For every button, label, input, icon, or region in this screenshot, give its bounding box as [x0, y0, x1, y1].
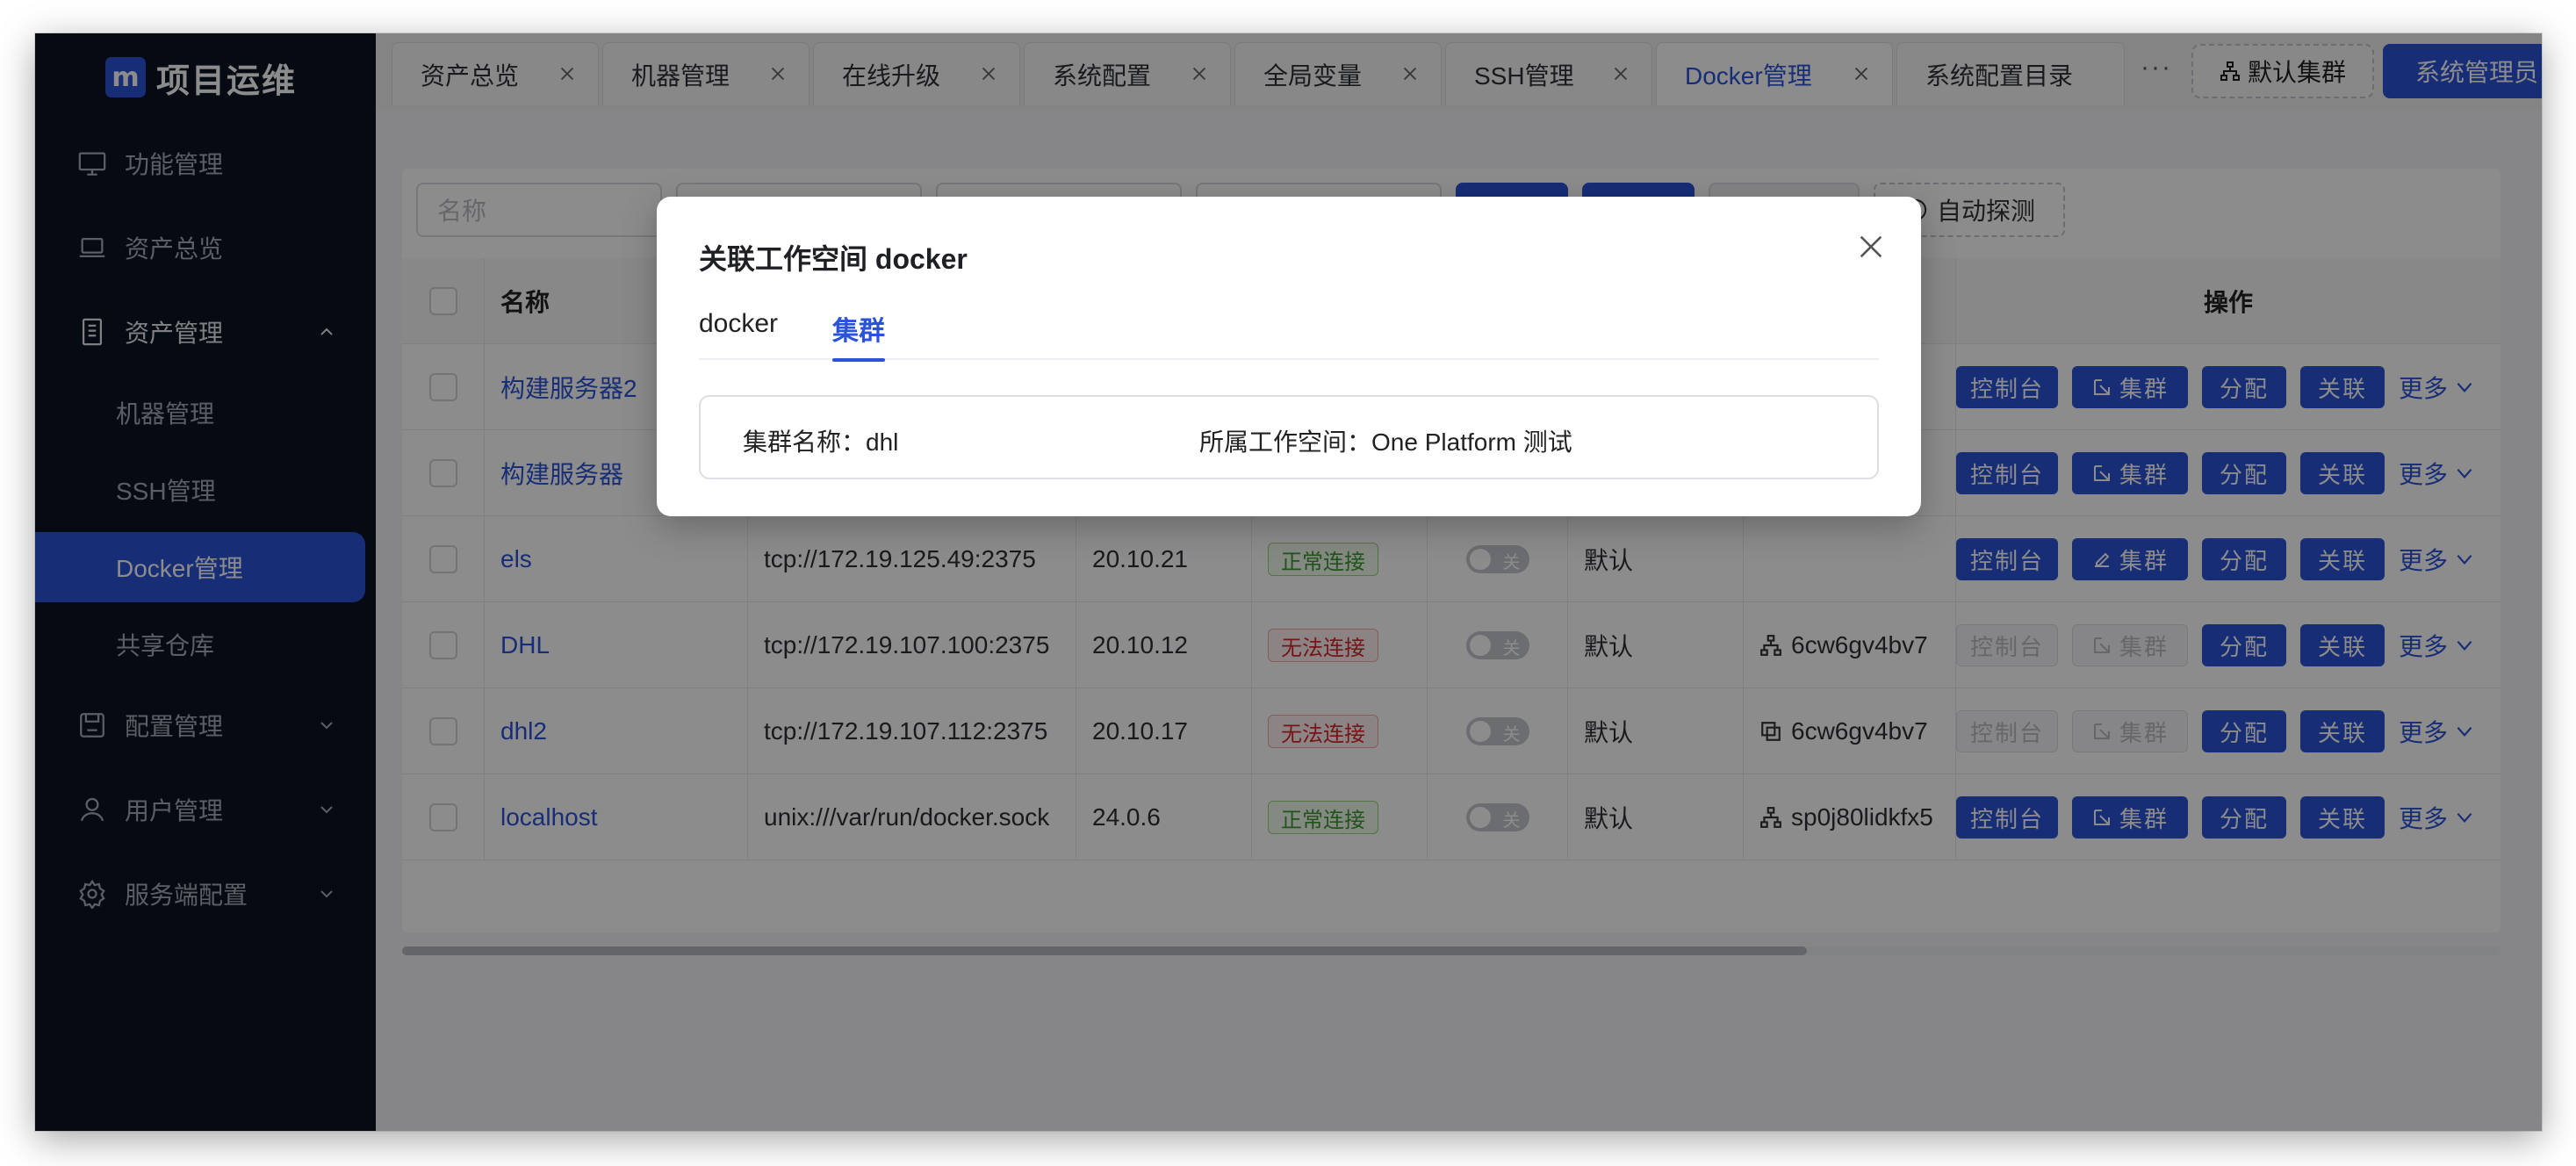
link-workspace-modal: 关联工作空间 docker docker 集群 集群名称：dhl 所属工作空间：… [657, 197, 1921, 516]
cluster-name-value: dhl [866, 428, 899, 456]
app-window: m 项目运维 功能管理 资产总览 资产管理 机器管理 SSH管理 Docker管… [35, 33, 2542, 1131]
workspace-label: 所属工作空间： [1199, 428, 1372, 456]
modal-title: 关联工作空间 docker [699, 243, 968, 275]
cluster-name-field: 集群名称：dhl [743, 423, 898, 458]
workspace-value: One Platform 测试 [1371, 428, 1572, 456]
cluster-name-label: 集群名称： [743, 428, 867, 456]
close-icon[interactable] [1856, 232, 1886, 262]
modal-tabs: docker 集群 [699, 300, 1879, 362]
cluster-info-box: 集群名称：dhl 所属工作空间：One Platform 测试 [699, 395, 1879, 479]
modal-tab-docker[interactable]: docker [699, 309, 778, 358]
workspace-field: 所属工作空间：One Platform 测试 [1199, 423, 1572, 458]
modal-tab-cluster[interactable]: 集群 [832, 309, 885, 362]
